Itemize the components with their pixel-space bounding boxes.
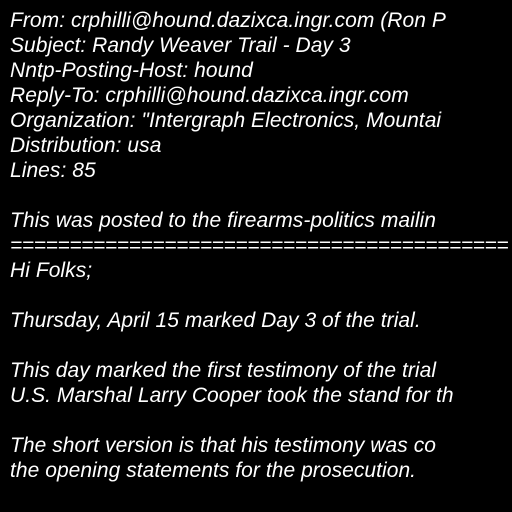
header-nntp-posting-host: Nntp-Posting-Host: hound xyxy=(10,59,253,82)
body-paragraph-3-line-2: the opening statements for the prosecuti… xyxy=(10,459,417,482)
header-reply-to: Reply-To: crphilli@hound.dazixca.ingr.co… xyxy=(10,84,409,107)
body-preface: This was posted to the firearms-politics… xyxy=(10,209,436,232)
body-paragraph-2-line-2: U.S. Marshal Larry Cooper took the stand… xyxy=(10,384,454,407)
body-paragraph-1: Thursday, April 15 marked Day 3 of the t… xyxy=(10,309,421,332)
header-distribution: Distribution: usa xyxy=(10,134,162,157)
header-lines: Lines: 85 xyxy=(10,159,96,182)
body-greeting: Hi Folks; xyxy=(10,259,93,282)
email-document: From: crphilli@hound.dazixca.ingr.com (R… xyxy=(0,0,512,512)
message-text: From: crphilli@hound.dazixca.ingr.com (R… xyxy=(10,8,512,483)
body-paragraph-3-line-1: The short version is that his testimony … xyxy=(10,434,436,457)
header-from: From: crphilli@hound.dazixca.ingr.com (R… xyxy=(10,9,446,32)
separator-line: ========================================… xyxy=(10,234,509,257)
header-organization: Organization: "Intergraph Electronics, M… xyxy=(10,109,442,132)
body-paragraph-2-line-1: This day marked the first testimony of t… xyxy=(10,359,437,382)
header-subject: Subject: Randy Weaver Trail - Day 3 xyxy=(10,34,351,57)
